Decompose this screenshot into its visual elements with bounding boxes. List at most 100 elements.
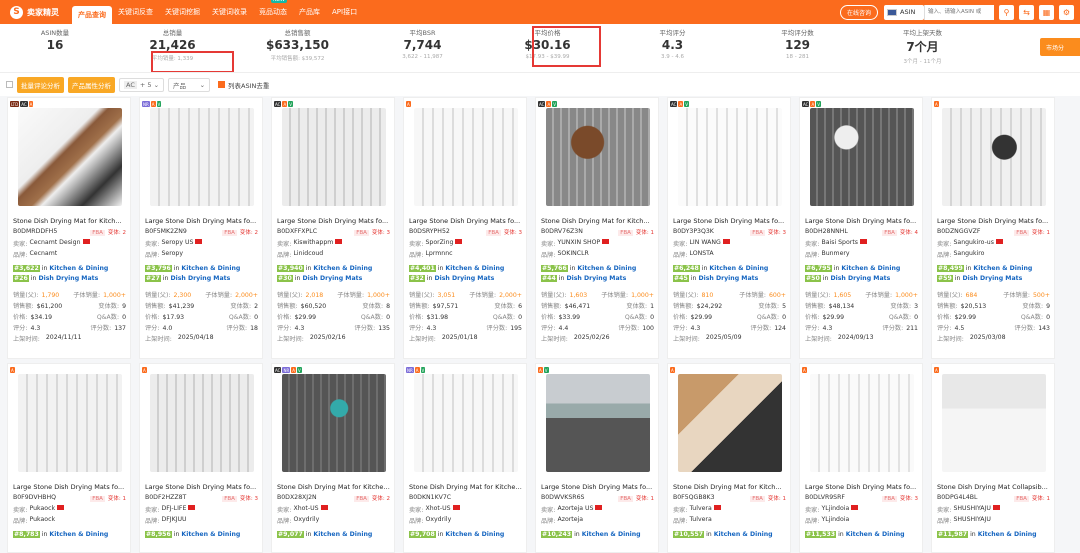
seller-name[interactable]: Cecnamt Design [29,239,80,248]
rank-category-link[interactable]: Kitchen & Dining [841,265,900,272]
brand-name[interactable]: LONSTA [689,250,713,259]
product-title[interactable]: Large Stone Dish Drying Mats fo... [805,483,921,491]
seller-name[interactable]: SHUSHIYAJU [953,505,990,514]
seller-name[interactable]: Sangukiro-us [953,239,993,248]
product-title[interactable]: Large Stone Dish Drying Mats fo... [145,483,261,491]
product-image[interactable] [150,108,254,206]
subrank-category-link[interactable]: Dish Drying Mats [698,275,758,282]
rank-category-link[interactable]: Kitchen & Dining [181,265,240,272]
subrank-category-link[interactable]: Dish Drying Mats [170,275,230,282]
rank-category-link[interactable]: Kitchen & Dining [313,531,372,538]
seller-name[interactable]: Baisi Sports [821,239,858,248]
product-title[interactable]: Large Stone Dish Drying Mats fo... [673,217,789,225]
rank-category-link[interactable]: Kitchen & Dining [445,265,504,272]
product-image[interactable] [18,374,122,472]
asin-text[interactable]: B0DSRYPH52 [409,228,450,236]
nav-tab-2[interactable]: 关键词挖掘 [159,0,206,24]
product-image[interactable] [942,374,1046,472]
nav-tab-1[interactable]: 关键词反查 [112,0,159,24]
rank-category-link[interactable]: Kitchen & Dining [714,531,773,538]
product-title[interactable]: Large Stone Dish Drying Mats fo... [145,217,261,225]
asin-text[interactable]: B0DRV76Z3N [541,228,583,236]
brand-name[interactable]: DFJKJUU [161,516,186,525]
seller-name[interactable]: YLjindoia [821,505,849,514]
product-image[interactable] [282,108,386,206]
settings-icon[interactable]: ⚙ [1059,4,1074,20]
brand-name[interactable]: Pukaock [29,516,55,525]
seller-name[interactable]: Xhot-US [425,505,450,514]
brand-name[interactable]: Bunmery [821,250,849,259]
seller-name[interactable]: Kiswithappm [293,239,333,248]
product-title[interactable]: Large Stone Dish Drying Mats fo... [277,217,393,225]
seller-name[interactable]: Azorteja US [557,505,593,514]
product-card[interactable]: AC A V Large Stone Dish Drying Mats fo... B0… [271,97,395,359]
asin-text[interactable]: B0F5MK2ZN9 [145,228,187,236]
brand-name[interactable]: Oxydrily [293,516,319,525]
product-image[interactable] [546,108,650,206]
calendar-icon[interactable]: ▦ [1039,4,1054,20]
subrank-category-link[interactable]: Dish Drying Mats [302,275,362,282]
nav-tab-0[interactable]: 产品查询 [72,6,112,24]
asin-text[interactable]: B0DLVR9SRF [805,494,845,502]
product-card[interactable]: LTD AC A Stone Dish Drying Mat for Kitch...… [7,97,131,359]
product-image[interactable] [150,374,254,472]
product-title[interactable]: Stone Dish Drying Mat for Kitchen Co... [409,483,525,491]
product-card[interactable]: NR A V Stone Dish Drying Mat for Kitchen Co… [403,363,527,553]
seller-name[interactable]: Xhot-US [293,505,318,514]
subrank-category-link[interactable]: Dish Drying Mats [962,275,1022,282]
seller-name[interactable]: YUNXIN SHOP [557,239,600,248]
batch-review-button[interactable]: 批量评论分析 [17,76,64,93]
app-logo[interactable]: S 卖家精灵 [10,5,72,19]
select-all-checkbox[interactable] [6,81,13,88]
brand-name[interactable]: Oxydrily [425,516,451,525]
product-image[interactable] [678,374,782,472]
product-title[interactable]: Large Stone Dish Drying Mats fo... [13,483,129,491]
product-title[interactable]: Large Stone Dish Drying Mats fo... [541,483,657,491]
product-card[interactable]: AC NR A V Stone Dish Drying Mat for Kitchen … [271,363,395,553]
translate-icon[interactable]: ⇆ [1019,4,1034,20]
rank-category-link[interactable]: Kitchen & Dining [846,531,905,538]
rank-category-link[interactable]: Kitchen & Dining [577,265,636,272]
asin-text[interactable]: B0DX28XJ2N [277,494,317,502]
asin-text[interactable]: B0DZNGGVZF [937,228,980,236]
product-card[interactable]: A Large Stone Dish Drying Mats fo... B0DLV… [799,363,923,553]
dedupe-checkbox[interactable] [218,81,226,88]
attribute-analysis-button[interactable]: 产品属性分析 [68,76,115,93]
rank-category-link[interactable]: Kitchen & Dining [978,531,1037,538]
asin-text[interactable]: B0DXFFXPLC [277,228,317,236]
product-image[interactable] [942,108,1046,206]
asin-text[interactable]: B0DH28NNHL [805,228,848,236]
product-image[interactable] [810,374,914,472]
market-select[interactable]: ASIN [884,4,924,20]
asin-text[interactable]: B0DPG4L4BL [937,494,978,502]
product-image[interactable] [810,108,914,206]
product-image[interactable] [414,108,518,206]
asin-text[interactable]: B0DMRDDFH5 [13,228,57,236]
subrank-category-link[interactable]: Dish Drying Mats [434,275,494,282]
seller-name[interactable]: LIN WANG [689,239,720,248]
brand-name[interactable]: SOKINCLR [557,250,588,259]
nav-tab-5[interactable]: 产品库 [293,0,326,24]
product-title[interactable]: Large Stone Dish Drying Mats fo... [409,217,525,225]
product-image[interactable] [546,374,650,472]
search-icon[interactable]: ⚲ [999,4,1014,20]
product-card[interactable]: A Large Stone Dish Drying Mats fo... B0DF2… [139,363,263,553]
search-input[interactable] [924,4,994,20]
product-title[interactable]: Stone Dish Drying Mat for Kitchen C... [277,483,393,491]
asin-text[interactable]: B0DF2HZZ8T [145,494,186,502]
product-image[interactable] [18,108,122,206]
product-image[interactable] [414,374,518,472]
badge-filter-select[interactable]: AC + 5 ⌄ [119,77,165,92]
product-title[interactable]: Large Stone Dish Drying Mats fo... [937,217,1053,225]
product-card[interactable]: AC A V Large Stone Dish Drying Mats fo... B0… [667,97,791,359]
rank-category-link[interactable]: Kitchen & Dining [709,265,768,272]
nav-tab-6[interactable]: API接口 [326,0,363,24]
brand-name[interactable]: Lprmnnc [425,250,452,259]
product-image[interactable] [282,374,386,472]
rank-category-link[interactable]: Kitchen & Dining [313,265,372,272]
subrank-category-link[interactable]: Dish Drying Mats [830,275,890,282]
product-card[interactable]: A Large Stone Dish Drying Mats fo... B0DSR… [403,97,527,359]
online-consult-button[interactable]: 在线咨询 [839,4,878,20]
asin-text[interactable]: B0F9DVHBHQ [13,494,56,502]
product-card[interactable]: A Large Stone Dish Drying Mats fo... B0F9D… [7,363,131,553]
